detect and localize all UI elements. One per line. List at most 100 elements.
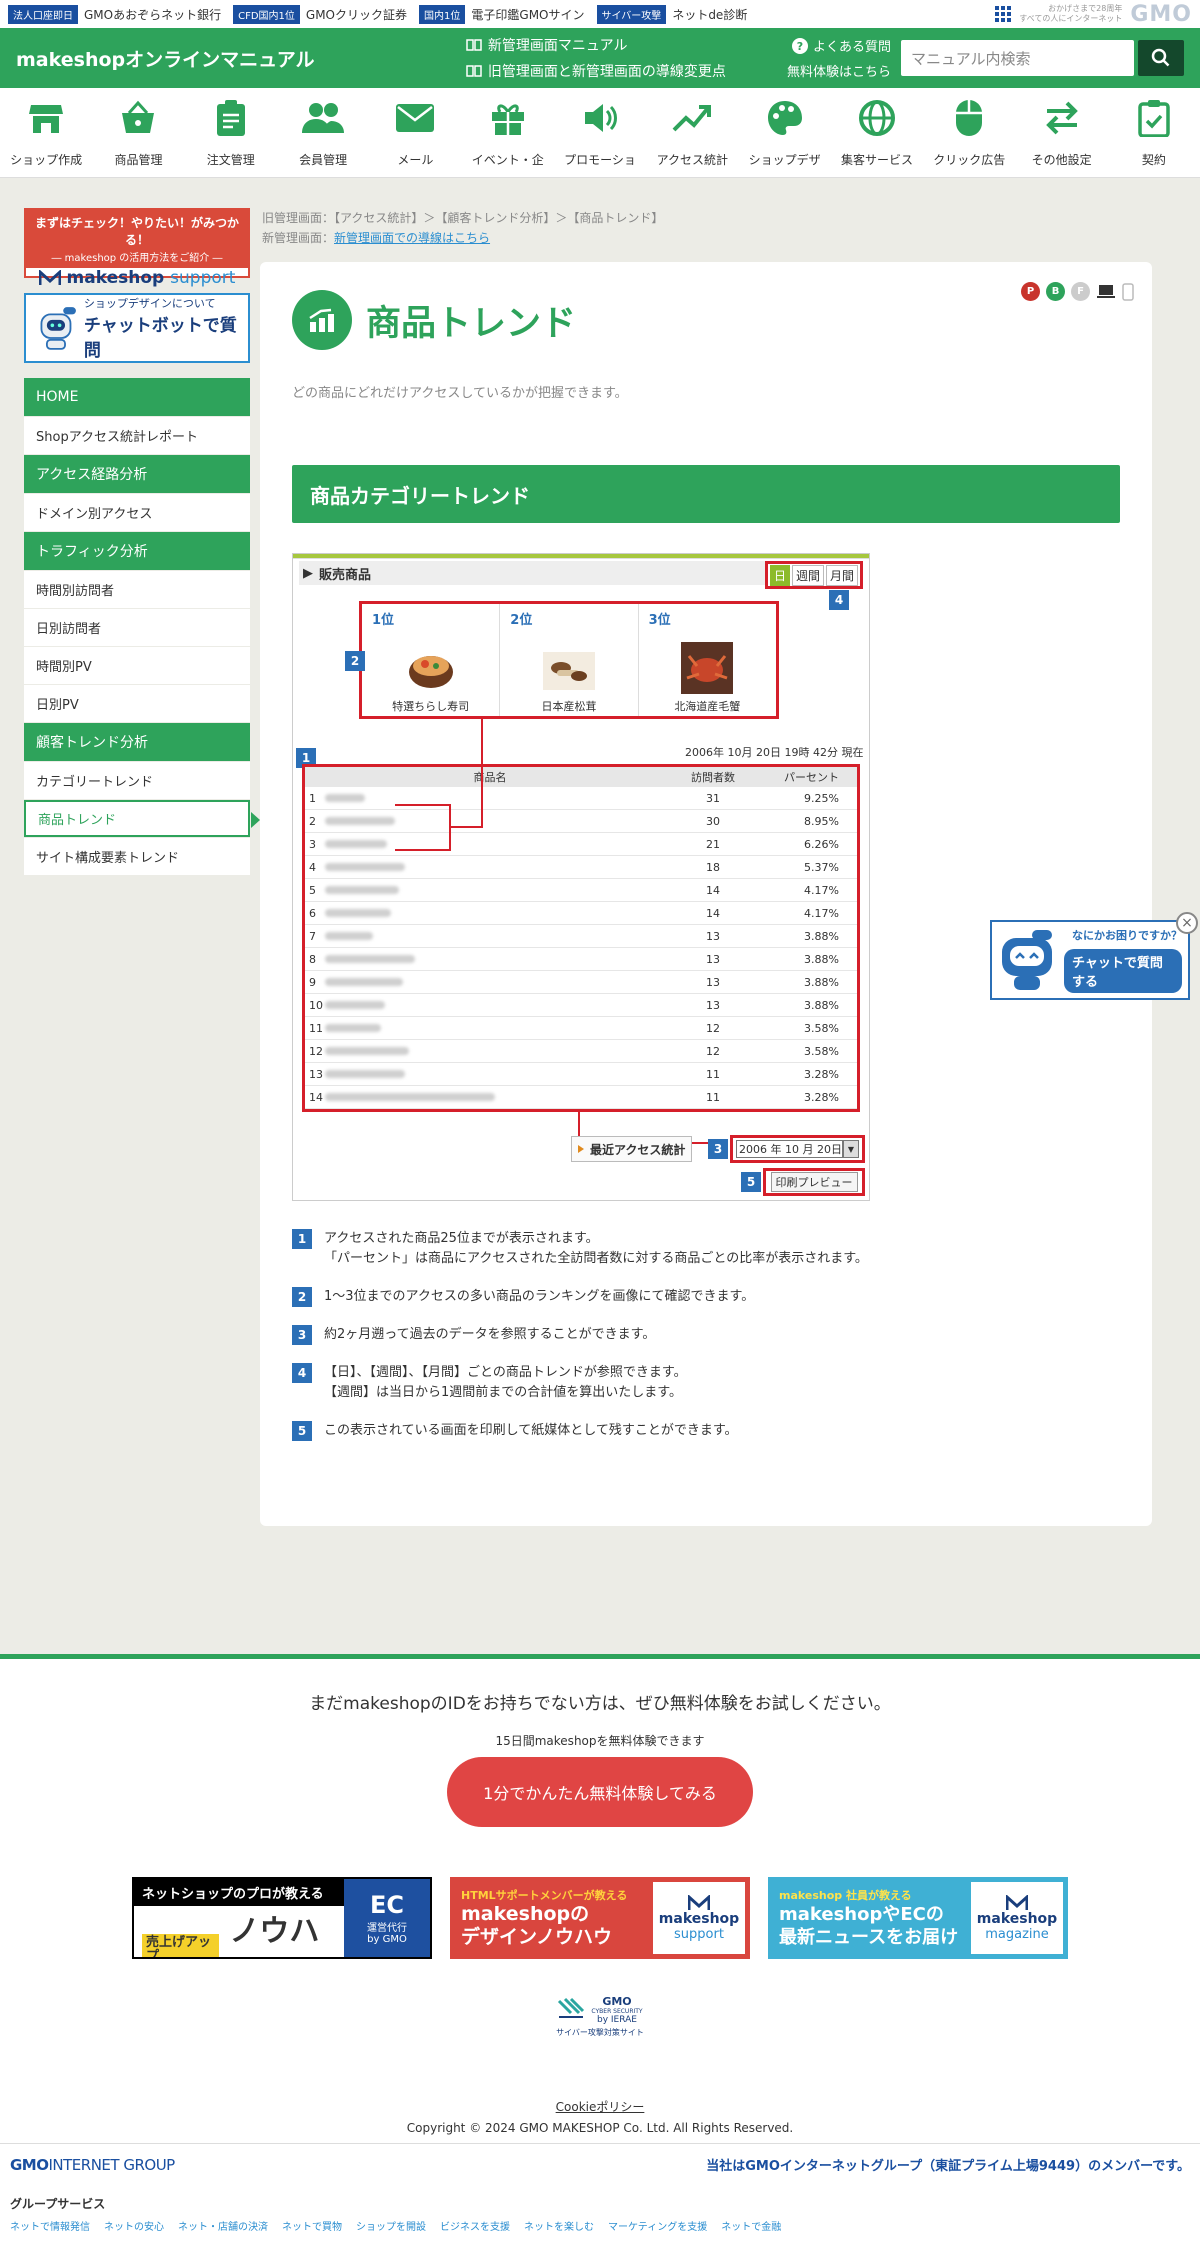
gmo-link[interactable]: ネットde診断 [672, 6, 747, 23]
nav-label: 注文管理 [206, 153, 255, 167]
swap-icon [1045, 101, 1078, 135]
service-link[interactable]: ネットで買物 [282, 2218, 342, 2233]
trend-icon [672, 105, 712, 132]
nav-mail[interactable]: メール [369, 97, 461, 168]
rank-3: 3位 北海道産毛蟹 [639, 604, 776, 716]
page-title: 商品トレンド [366, 303, 577, 344]
users-icon [302, 103, 345, 133]
clipboard-icon [216, 100, 245, 136]
basket-icon [122, 100, 155, 133]
cookie-policy-link[interactable]: Cookieポリシー [0, 2098, 1200, 2115]
nav-shop-design[interactable]: ショップデザ [739, 97, 831, 168]
service-link[interactable]: ネットを楽しむ [524, 2218, 594, 2233]
gmo-logo[interactable]: GMO [1130, 2, 1192, 27]
gmo-top-bar: 法人口座即日 GMOあおぞらネット銀行 CFD国内1位 GMOクリック証券 国内… [0, 0, 1200, 28]
design-knowhow-banner[interactable]: HTMLサポートメンバーが教える makeshopの デザインノウハウ makesh… [450, 1877, 750, 1959]
nav-access-stats[interactable]: アクセス統計 [646, 97, 738, 168]
note-marker: 5 [292, 1421, 312, 1441]
new-manual-link[interactable]: 新管理画面マニュアル [466, 35, 753, 55]
date-select[interactable]: 2006 年 10 月 20日 ▼ [730, 1135, 865, 1163]
palette-icon [767, 101, 802, 135]
nav-orders[interactable]: 注文管理 [185, 97, 277, 168]
nav-label: ショップデザ [748, 153, 821, 167]
service-link[interactable]: ネット・店舗の決済 [178, 2218, 268, 2233]
service-link[interactable]: ネットで金融 [721, 2218, 781, 2233]
top3-ranking: 1位 特選ちらし寿司 2位 日本産松茸 3位 北海道産毛蟹 [359, 601, 779, 719]
sidebar-item[interactable]: カテゴリートレンド [24, 762, 250, 799]
chatbot-widget[interactable]: なにかお困りですか？ チャットで質問する × [990, 912, 1198, 1000]
book-icon [466, 39, 482, 51]
tab-day[interactable]: 日 [769, 564, 790, 586]
sidebar-item[interactable]: ドメイン別アクセス [24, 494, 250, 531]
sidebar-item[interactable]: 時間別PV [24, 647, 250, 684]
mail-icon [396, 104, 435, 132]
ec-agency-banner[interactable]: ネットショップのプロが教える 売上げアップノウハウ EC運営代行by GMO [132, 1877, 432, 1959]
tab-month[interactable]: 月間 [825, 564, 858, 586]
note-marker: 3 [292, 1325, 312, 1345]
sidebar-item[interactable]: Shopアクセス統計レポート [24, 417, 250, 454]
new-admin-link[interactable]: 新管理画面での導線はこちら [334, 231, 490, 245]
service-link[interactable]: ネットの安心 [104, 2218, 164, 2233]
note-marker: 2 [292, 1287, 312, 1307]
gmo-group-logo[interactable]: GMOINTERNET GROUP [10, 2156, 175, 2174]
search-button[interactable] [1138, 40, 1184, 76]
sidebar-item[interactable]: 日別訪問者 [24, 609, 250, 646]
service-link[interactable]: マーケティングを支援 [608, 2218, 707, 2233]
table-row: 8 13 3.88% [305, 948, 857, 971]
gmo-link[interactable]: GMOあおぞらネット銀行 [84, 6, 221, 23]
sidebar-heading[interactable]: トラフィック分析 [24, 532, 250, 570]
faq-link[interactable]: ? よくある質問 [791, 36, 891, 55]
sidebar-heading[interactable]: 顧客トレンド分析 [24, 723, 250, 761]
print-preview-button[interactable]: 印刷プレビュー [763, 1168, 865, 1196]
device-badges: P B F [1021, 282, 1134, 301]
recent-stats-button[interactable]: 最近アクセス統計 [571, 1136, 693, 1162]
service-link[interactable]: ショップを開設 [356, 2218, 426, 2233]
marker-4: 4 [829, 590, 849, 610]
rank-badge: 2位 [510, 612, 533, 628]
shop-icon [29, 105, 64, 133]
nav-other-settings[interactable]: その他設定 [1015, 97, 1107, 168]
service-link[interactable]: ネットで情報発信 [10, 2218, 90, 2233]
robot-icon [1002, 930, 1052, 990]
nav-shop-create[interactable]: ショップ作成 [0, 97, 92, 168]
nav-label: メール [397, 153, 434, 167]
chirashi-sushi-image [408, 656, 453, 688]
sidebar-item[interactable]: 時間別訪問者 [24, 571, 250, 608]
magazine-banner[interactable]: makeshop 社員が教える makeshopやECの 最新ニュースをお届け ma… [768, 1877, 1068, 1959]
note-item: 3 約2ヶ月遡って過去のデータを参照することができます。 [292, 1325, 1120, 1345]
trial-link[interactable]: 無料体験はこちら [787, 61, 891, 80]
site-title[interactable]: makeshopオンラインマニュアル [16, 45, 466, 72]
search-input[interactable]: マニュアル内検索 [901, 40, 1134, 76]
makeshop-logo-icon [1006, 1894, 1028, 1910]
chatbot-banner[interactable]: ショップデザインについて チャットボットで質問 [24, 293, 250, 363]
grid-menu-icon[interactable] [995, 6, 1012, 22]
nav-click-ads[interactable]: クリック広告 [923, 97, 1015, 168]
close-icon[interactable]: × [1176, 912, 1198, 934]
gift-icon [491, 104, 524, 135]
gmo-link[interactable]: 電子印鑑GMOサイン [471, 6, 584, 23]
gmo-link[interactable]: GMOクリック証券 [306, 6, 407, 23]
sidebar-item[interactable]: 日別PV [24, 685, 250, 722]
nav-events[interactable]: イベント・企 [462, 97, 554, 168]
sidebar-item[interactable]: サイト構成要素トレンド [24, 838, 250, 875]
cta-subtitle: 15日間makeshopを無料体験できます [495, 1734, 705, 1748]
support-banner[interactable]: まずはチェック！やりたい！がみつかる！ ― makeshop の活用方法をご紹介… [24, 208, 250, 288]
nav-members[interactable]: 会員管理 [277, 97, 369, 168]
nav-contract[interactable]: 契約 [1108, 97, 1200, 168]
rank-badge: 1位 [371, 612, 395, 628]
nav-marketing[interactable]: 集客サービス [831, 97, 923, 168]
badge-b: B [1046, 282, 1065, 301]
free-trial-button[interactable]: 1分でかんたん無料体験してみる [447, 1757, 753, 1827]
sidebar-heading[interactable]: アクセス経路分析 [24, 455, 250, 493]
changes-link[interactable]: 旧管理画面と新管理画面の導線変更点 [466, 61, 753, 81]
sidebar-heading[interactable]: HOME [24, 378, 250, 416]
service-link[interactable]: ビジネスを支援 [440, 2218, 510, 2233]
nav-promotion[interactable]: プロモーショ [554, 97, 646, 168]
nav-products[interactable]: 商品管理 [92, 97, 184, 168]
security-badge[interactable]: GMO CYBER SECURITY by IERAE サイバー攻撃対策サイト [0, 1995, 1200, 2038]
tab-week[interactable]: 週間 [791, 564, 824, 586]
chevron-down-icon: ▼ [843, 1140, 859, 1158]
sidebar-item[interactable]: 商品トレンド [24, 800, 260, 837]
gmo-tag: CFD国内1位 [233, 4, 300, 24]
mouse-icon [956, 100, 983, 136]
